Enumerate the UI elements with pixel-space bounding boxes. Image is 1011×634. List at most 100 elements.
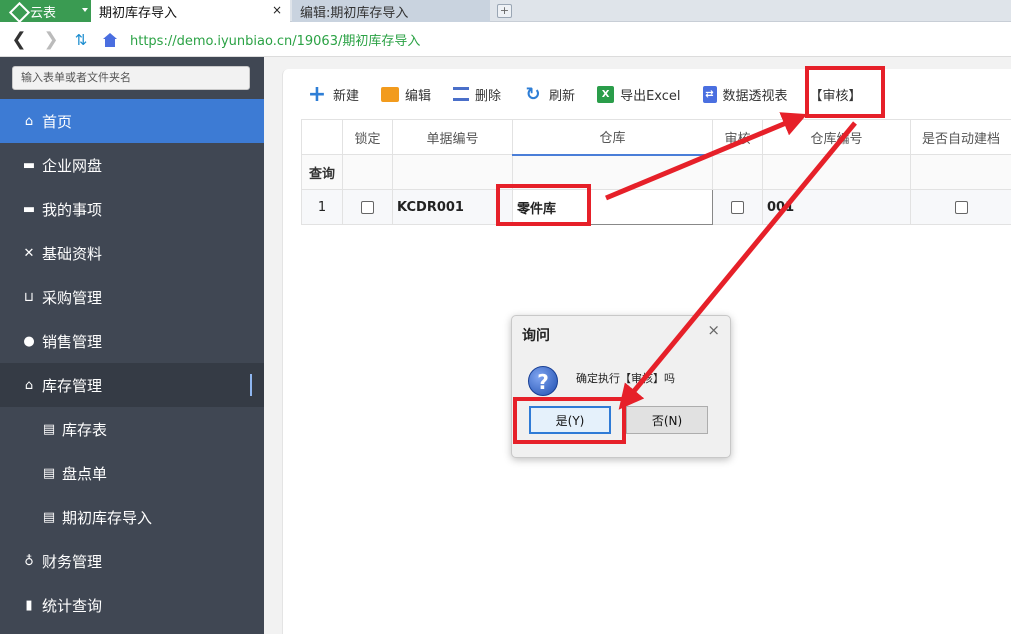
column-header-audit[interactable]: 审核 (712, 119, 763, 155)
close-tab-icon[interactable]: × (272, 3, 282, 17)
sidebar-item[interactable]: ▮ 统计查询 (0, 583, 264, 627)
sidebar-item[interactable]: ⌂ 首页 (0, 99, 264, 143)
doc-no-cell[interactable]: KCDR001 (392, 189, 513, 225)
tab-edit-initial-stock-import[interactable]: 编辑:期初库存导入 (292, 0, 490, 22)
filter-cell[interactable] (712, 154, 763, 190)
sidebar-item-label: 我的事项 (42, 200, 103, 219)
pivot-table-button[interactable]: ⇄ 数据透视表 (702, 85, 788, 104)
bar-chart-icon: ▮ (25, 597, 33, 613)
url-field[interactable]: https://demo.iyunbiao.cn/19063/期初库存导入 (130, 30, 420, 49)
sidebar-item[interactable]: ● 销售管理 (0, 319, 264, 363)
home-icon: ⌂ (24, 113, 34, 129)
column-header-index (301, 119, 343, 155)
browser-tab-bar: 云表 期初库存导入 × 编辑:期初库存导入 + (0, 0, 1011, 22)
data-grid: 锁定 单据编号 仓库 审核 仓库编号 是否自动建档 查询 1 KCDR001 零… (301, 119, 1011, 225)
user-icon: ● (23, 333, 35, 349)
sidebar-item[interactable]: ♁ 财务管理 (0, 539, 264, 583)
dialog-message: 确定执行【审核】吗 (576, 372, 675, 385)
sidebar-item[interactable]: ▤ 期初库存导入 (0, 495, 264, 539)
folder-icon: ▬ (22, 201, 36, 217)
moneybag-icon: ♁ (24, 553, 34, 569)
sidebar-item[interactable]: ▬ 企业网盘 (0, 143, 264, 187)
tools-icon: ✕ (23, 245, 35, 261)
column-header-auto-archive[interactable]: 是否自动建档 (910, 119, 1011, 155)
auto-archive-checkbox[interactable] (954, 200, 968, 214)
no-button[interactable]: 否(N) (626, 406, 708, 434)
tab-initial-stock-import[interactable]: 期初库存导入 × (91, 0, 290, 22)
yunbiao-logo-icon (10, 3, 26, 19)
search-input[interactable]: 输入表单或者文件夹名 (12, 66, 250, 90)
row-index: 1 (301, 189, 343, 225)
highlight-warehouse-cell (496, 184, 591, 226)
address-bar: ❮ ❯ ⇅ https://demo.iyunbiao.cn/19063/期初库… (0, 23, 1011, 57)
dialog-title: 询问 (522, 328, 550, 344)
sidebar-item-label: 库存表 (62, 420, 108, 439)
refresh-icon: ↻ (525, 83, 541, 105)
new-tab-button[interactable]: + (497, 4, 512, 18)
clipboard-icon: ▤ (42, 421, 56, 437)
home-icon[interactable] (102, 32, 118, 47)
new-label: 新建 (333, 88, 360, 104)
edit-button[interactable]: 编辑 (381, 85, 431, 104)
refresh-button[interactable]: ↻ 刷新 (523, 83, 576, 105)
sidebar-item-label: 采购管理 (42, 288, 103, 307)
sidebar-item[interactable]: ▤ 盘点单 (0, 451, 264, 495)
sidebar-item-label: 企业网盘 (42, 156, 103, 175)
export-label: 导出Excel (620, 88, 681, 104)
filter-cell[interactable] (342, 154, 393, 190)
sidebar-item[interactable]: ✕ 基础资料 (0, 231, 264, 275)
app-tab-label: 云表 (30, 5, 57, 21)
delete-label: 删除 (475, 88, 502, 104)
cart-icon: ⊔ (23, 289, 35, 305)
filter-cell[interactable] (762, 154, 911, 190)
toolbar: + 新建 编辑 删除 ↻ 刷新 X 导出Excel ⇄ 数据透视表 【审核】 (307, 81, 884, 107)
back-icon[interactable]: ❮ (10, 29, 28, 50)
forward-icon[interactable]: ❯ (42, 29, 60, 50)
filter-cell[interactable] (910, 154, 1011, 190)
audit-checkbox-cell (712, 189, 763, 225)
chevron-down-icon[interactable] (82, 8, 88, 12)
sidebar-menu: ⌂ 首页 ▬ 企业网盘 ▬ 我的事项 ✕ 基础资料 ⊔ 采购管理 ● 销售管理 ⌂ 库存管理 ▤ 库存表 ▤ 盘点… (0, 99, 264, 627)
query-label: 查询 (301, 154, 343, 190)
sidebar-item[interactable]: ▤ 库存表 (0, 407, 264, 451)
sidebar-item-label: 库存管理 (42, 376, 103, 395)
question-icon: ? (528, 366, 558, 396)
new-button[interactable]: + 新建 (307, 81, 360, 107)
filter-cell[interactable] (392, 154, 513, 190)
delete-icon (453, 87, 470, 101)
sidebar-item[interactable]: ⌂ 库存管理 (0, 363, 264, 407)
column-header-warehouse[interactable]: 仓库 (512, 119, 713, 156)
sidebar-item-label: 首页 (42, 112, 73, 131)
sidebar-item[interactable]: ⊔ 采购管理 (0, 275, 264, 319)
sidebar-item-label: 盘点单 (62, 464, 108, 483)
export-excel-button[interactable]: X 导出Excel (597, 85, 681, 104)
sidebar-item-label: 基础资料 (42, 244, 103, 263)
tab-label: 期初库存导入 (99, 5, 178, 21)
warehouse-no-cell[interactable]: 001 (762, 189, 911, 225)
locked-checkbox-cell (342, 189, 393, 225)
sidebar-item[interactable]: ▬ 我的事项 (0, 187, 264, 231)
table-row[interactable]: 1 KCDR001 零件库 001 (301, 189, 1011, 225)
sidebar: 输入表单或者文件夹名 ⌂ 首页 ▬ 企业网盘 ▬ 我的事项 ✕ 基础资料 ⊔ 采购管理 ● 销售管理 ⌂… (0, 57, 264, 634)
locked-checkbox[interactable] (361, 200, 374, 214)
tab-label: 编辑:期初库存导入 (300, 5, 409, 21)
plus-icon: + (307, 81, 327, 107)
clipboard-icon: ▤ (42, 465, 56, 481)
column-header-warehouse-no[interactable]: 仓库编号 (762, 119, 911, 155)
sidebar-item-label: 财务管理 (42, 552, 103, 571)
highlight-yes-button (513, 397, 626, 444)
clipboard-icon: ▤ (42, 509, 56, 525)
edit-label: 编辑 (405, 88, 432, 104)
reload-icon[interactable]: ⇅ (72, 31, 90, 49)
sidebar-item-label: 销售管理 (42, 332, 103, 351)
audit-checkbox[interactable] (731, 200, 744, 214)
column-header-locked[interactable]: 锁定 (342, 119, 393, 155)
column-header-doc-no[interactable]: 单据编号 (392, 119, 513, 155)
delete-button[interactable]: 删除 (453, 85, 501, 104)
header-row: 锁定 单据编号 仓库 审核 仓库编号 是否自动建档 (301, 119, 1011, 156)
pivot-icon: ⇄ (702, 85, 717, 103)
app-menu-tab[interactable]: 云表 (0, 0, 91, 22)
home-icon: ⌂ (24, 377, 34, 393)
excel-icon: X (597, 85, 615, 103)
close-icon[interactable]: × (707, 321, 720, 339)
